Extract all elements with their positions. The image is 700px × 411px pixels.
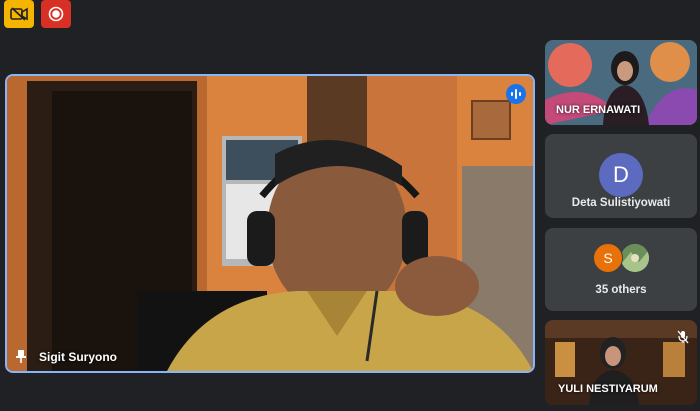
speaker-video xyxy=(7,76,533,371)
main-speaker-name: Sigit Suryono xyxy=(39,350,117,364)
participant-name: Deta Sulistiyowati xyxy=(571,197,671,209)
participant-name: NUR ERNAWATI xyxy=(556,104,641,116)
avatar-photo xyxy=(620,243,650,273)
record-button[interactable] xyxy=(41,0,71,28)
participant-tile-deta-sulistiyowati[interactable]: D Deta Sulistiyowati xyxy=(545,134,697,218)
others-tile[interactable]: S 35 others xyxy=(545,228,697,311)
others-count-label: 35 others xyxy=(595,284,647,296)
video-off-icon xyxy=(10,7,28,21)
audio-wave-icon xyxy=(511,89,521,99)
participant-name: YULI NESTIYARUM xyxy=(558,383,658,395)
avatar: D xyxy=(599,153,643,197)
participant-tile-yuli-nestiyarum[interactable]: YULI NESTIYARUM xyxy=(545,320,697,405)
participant-tile-nur-ernawati[interactable]: NUR ERNAWATI xyxy=(545,40,697,125)
avatar: S xyxy=(593,243,623,273)
pin-icon[interactable] xyxy=(15,349,27,363)
speaking-indicator xyxy=(506,84,526,104)
record-icon xyxy=(48,6,64,22)
main-video-tile[interactable]: Sigit Suryono xyxy=(5,74,535,373)
camera-off-button[interactable] xyxy=(4,0,34,28)
mic-off-icon xyxy=(677,330,689,344)
